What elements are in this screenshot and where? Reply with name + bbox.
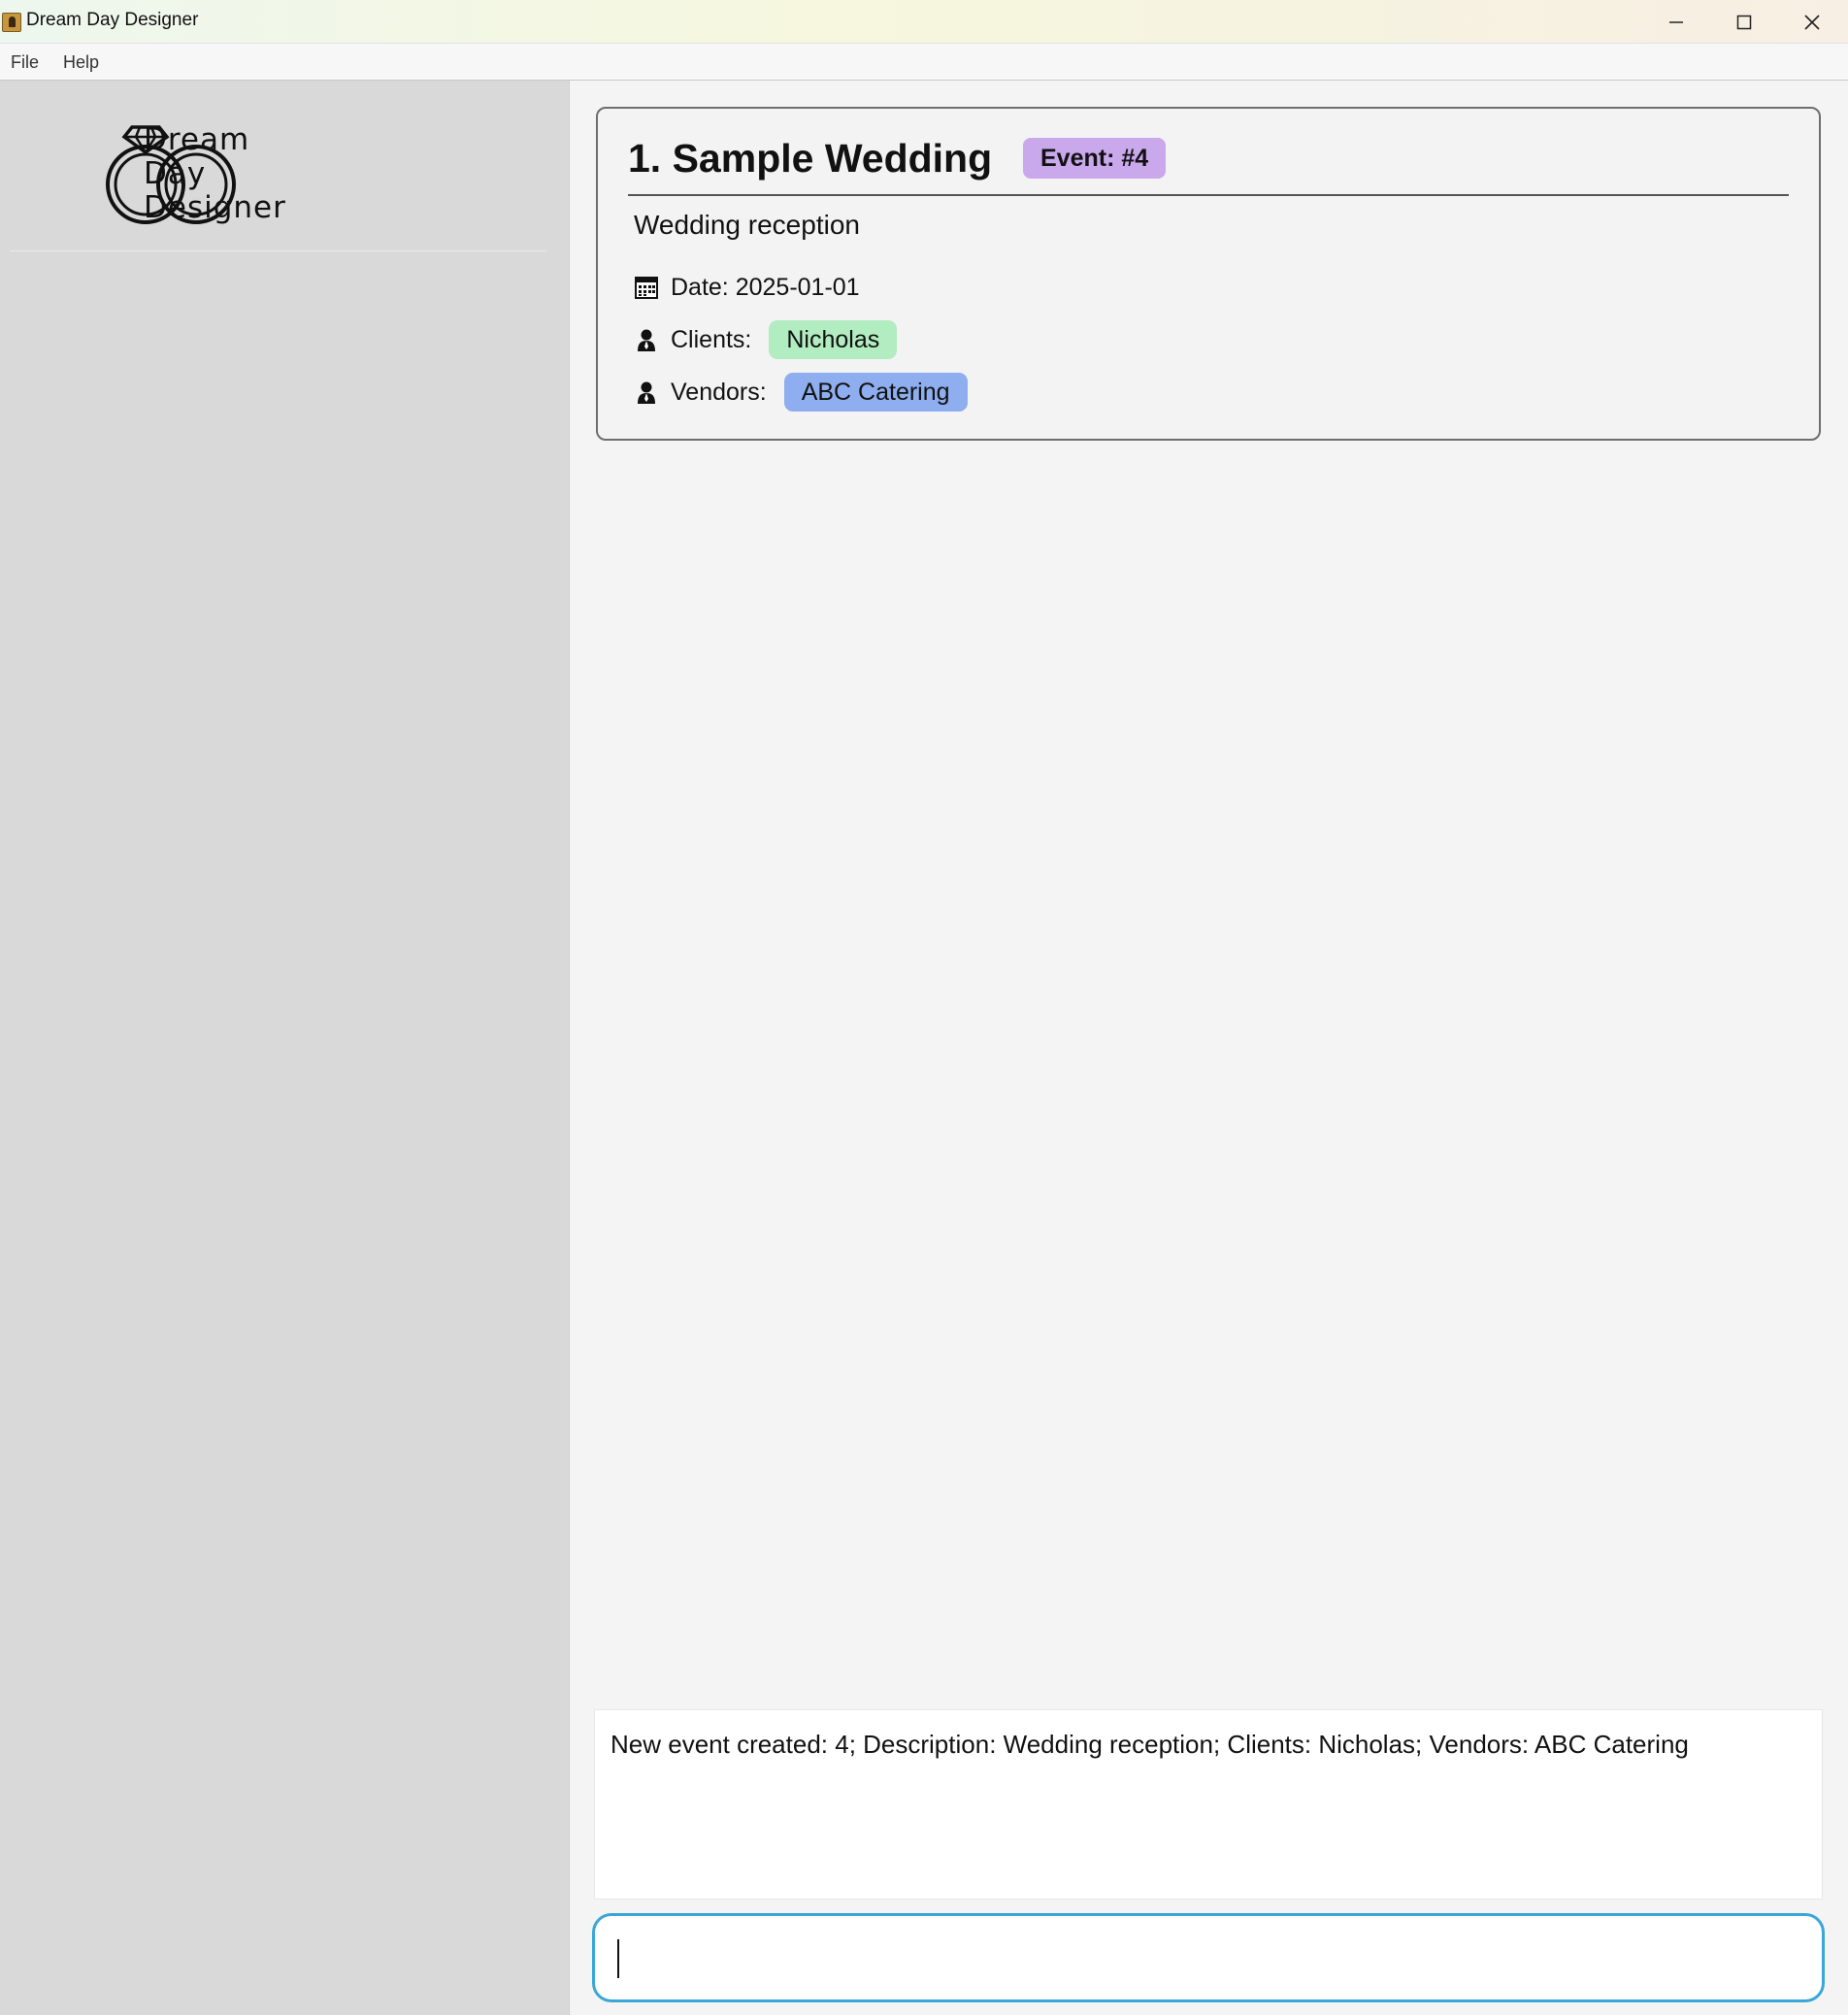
event-id-badge: Event: #4 bbox=[1023, 138, 1167, 179]
clients-label: Clients: bbox=[671, 325, 752, 353]
event-title: 1. Sample Wedding bbox=[628, 136, 993, 181]
event-clients-row: Clients: Nicholas bbox=[634, 320, 898, 359]
app-icon bbox=[2, 13, 21, 32]
logo-line-day: Day bbox=[144, 156, 207, 191]
title-divider bbox=[628, 194, 1789, 196]
title-bar: Dream Day Designer bbox=[0, 0, 1848, 44]
person-icon bbox=[634, 327, 659, 352]
maximize-icon bbox=[1736, 15, 1752, 29]
calendar-icon bbox=[634, 275, 659, 300]
text-caret bbox=[617, 1939, 619, 1978]
command-input[interactable] bbox=[592, 1913, 1825, 2002]
sidebar: Dream Day Designer bbox=[0, 81, 570, 2015]
event-vendors-row: Vendors: ABC Catering bbox=[634, 373, 968, 412]
close-button[interactable] bbox=[1778, 0, 1846, 44]
client-tag[interactable]: Nicholas bbox=[769, 320, 898, 359]
event-card[interactable]: 1. Sample Wedding Event: #4 Wedding rece… bbox=[596, 107, 1821, 441]
vendors-label: Vendors: bbox=[671, 378, 767, 406]
minimize-icon bbox=[1669, 20, 1683, 23]
result-display[interactable]: New event created: 4; Description: Weddi… bbox=[594, 1709, 1823, 1899]
minimize-button[interactable] bbox=[1642, 0, 1710, 44]
maximize-button[interactable] bbox=[1710, 0, 1778, 44]
logo-line-dream: Dream bbox=[144, 122, 250, 157]
close-icon bbox=[1804, 14, 1820, 30]
menu-bar: File Help bbox=[0, 44, 1848, 81]
event-date-row: Date: 2025-01-01 bbox=[634, 268, 860, 307]
menu-file[interactable]: File bbox=[11, 52, 39, 73]
person-icon bbox=[634, 380, 659, 405]
logo-line-designer: Designer bbox=[144, 190, 286, 225]
sidebar-divider bbox=[10, 250, 546, 251]
event-description: Wedding reception bbox=[634, 210, 860, 240]
vendor-tag[interactable]: ABC Catering bbox=[783, 373, 968, 412]
result-message: New event created: 4; Description: Weddi… bbox=[610, 1730, 1689, 1759]
logo-text: Dream Day Designer bbox=[144, 123, 286, 225]
window-title: Dream Day Designer bbox=[26, 10, 199, 30]
event-date: Date: 2025-01-01 bbox=[671, 273, 860, 301]
menu-help[interactable]: Help bbox=[63, 52, 99, 73]
